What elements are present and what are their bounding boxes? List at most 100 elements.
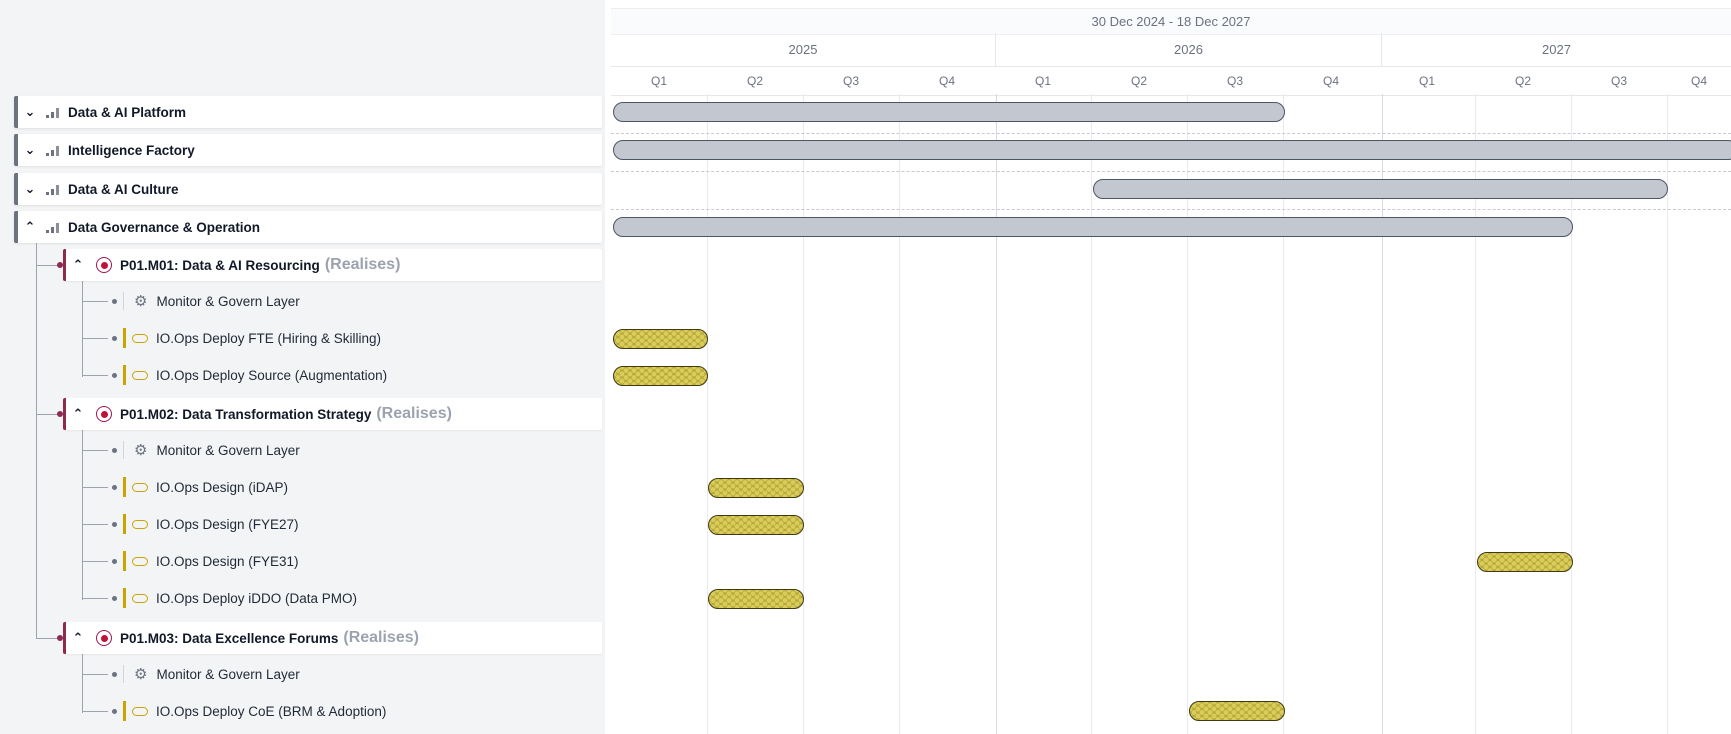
row-separator <box>611 133 1731 134</box>
milestone-label: P01.M02: Data Transformation Strategy <box>120 406 372 422</box>
chevron-up-icon[interactable]: ⌃ <box>18 219 42 235</box>
quarter-cell: Q4 <box>1690 74 1707 88</box>
milestone-row[interactable]: ⌃ P01.M02: Data Transformation Strategy … <box>63 398 602 430</box>
platform-bar[interactable] <box>613 140 1731 160</box>
gear-icon: ⚙ <box>134 293 148 310</box>
milestone-row[interactable]: ⌃ P01.M03: Data Excellence Forums (Reali… <box>63 622 602 654</box>
platform-label: Intelligence Factory <box>68 142 195 158</box>
quarter-cell: Q3 <box>842 74 859 88</box>
platform-label: Data & AI Culture <box>68 181 179 197</box>
date-range-label: 30 Dec 2024 - 18 Dec 2027 <box>611 8 1731 35</box>
ops-row[interactable]: IO.Ops Design (iDAP) <box>82 471 602 503</box>
quarter-cell: Q4 <box>1322 74 1339 88</box>
oval-icon <box>132 482 148 492</box>
platform-label: Data & AI Platform <box>68 104 187 120</box>
oval-icon <box>132 556 148 566</box>
grid-line <box>1091 94 1092 734</box>
gear-icon: ⚙ <box>134 442 148 459</box>
platform-bar[interactable] <box>613 102 1285 122</box>
layer-label: Monitor & Govern Layer <box>156 442 300 458</box>
gear-icon: ⚙ <box>134 666 148 683</box>
milestone-tag: (Realises) <box>324 256 401 273</box>
chevron-down-icon[interactable]: ⌄ <box>18 104 42 120</box>
quarter-cell: Q2 <box>746 74 763 88</box>
oval-icon <box>132 593 148 603</box>
quarter-cell: Q4 <box>938 74 955 88</box>
ops-label: IO.Ops Deploy Source (Augmentation) <box>156 367 388 383</box>
platform-row[interactable]: ⌄ Intelligence Factory <box>14 134 602 166</box>
target-icon <box>96 257 112 273</box>
layer-row[interactable]: ⚙ Monitor & Govern Layer <box>82 285 602 317</box>
quarter-cell: Q1 <box>1418 74 1435 88</box>
milestone-tag: (Realises) <box>343 629 419 646</box>
platform-row[interactable]: ⌄ Data & AI Platform <box>14 96 602 128</box>
chevron-up-icon[interactable]: ⌃ <box>66 630 90 646</box>
ops-bar[interactable] <box>613 366 708 386</box>
grid-line <box>996 94 997 734</box>
ops-row[interactable]: IO.Ops Deploy CoE (BRM & Adoption) <box>82 695 602 727</box>
ops-bar[interactable] <box>708 515 804 535</box>
chevron-down-icon[interactable]: ⌄ <box>18 181 42 197</box>
row-separator <box>611 209 1731 210</box>
quarter-cell: Q2 <box>1130 74 1147 88</box>
target-icon <box>96 406 112 422</box>
ops-label: IO.Ops Design (FYE31) <box>156 553 299 569</box>
oval-icon <box>132 370 148 380</box>
chevron-down-icon[interactable]: ⌄ <box>18 142 42 158</box>
ops-label: IO.Ops Deploy CoE (BRM & Adoption) <box>156 703 387 719</box>
ops-row[interactable]: IO.Ops Deploy FTE (Hiring & Skilling) <box>82 322 602 354</box>
year-cell: 2025 <box>611 33 996 66</box>
ops-bar[interactable] <box>1477 552 1573 572</box>
quarter-cell: Q2 <box>1514 74 1531 88</box>
year-header: 2025 2026 2027 <box>611 33 1731 66</box>
milestone-label: P01.M01: Data & AI Resourcing <box>120 257 320 273</box>
tree-connector <box>36 243 37 638</box>
ops-label: IO.Ops Deploy FTE (Hiring & Skilling) <box>156 330 382 346</box>
quarter-header: Q1 Q2 Q3 Q4 Q1 Q2 Q3 Q4 Q1 Q2 Q3 Q4 <box>611 66 1731 96</box>
ops-bar[interactable] <box>1189 701 1285 721</box>
bar-chart-icon <box>42 219 64 235</box>
target-icon <box>96 630 112 646</box>
ops-label: IO.Ops Design (iDAP) <box>156 479 289 495</box>
ops-row[interactable]: IO.Ops Design (FYE27) <box>82 508 602 540</box>
milestone-label: P01.M03: Data Excellence Forums <box>120 630 339 646</box>
chevron-up-icon[interactable]: ⌃ <box>66 406 90 422</box>
gantt-panel: 30 Dec 2024 - 18 Dec 2027 2025 2026 2027… <box>611 0 1731 734</box>
ops-row[interactable]: IO.Ops Design (FYE31) <box>82 545 602 577</box>
grid-line <box>899 94 900 734</box>
milestone-row[interactable]: ⌃ P01.M01: Data & AI Resourcing (Realise… <box>63 249 602 281</box>
quarter-cell: Q1 <box>1034 74 1051 88</box>
layer-label: Monitor & Govern Layer <box>156 293 300 309</box>
quarter-cell: Q3 <box>1226 74 1243 88</box>
ops-label: IO.Ops Deploy iDDO (Data PMO) <box>156 590 358 606</box>
oval-icon <box>132 706 148 716</box>
ops-row[interactable]: IO.Ops Deploy iDDO (Data PMO) <box>82 582 602 614</box>
layer-row[interactable]: ⚙ Monitor & Govern Layer <box>82 434 602 466</box>
bar-chart-icon <box>42 104 64 120</box>
grid-line <box>803 94 804 734</box>
platform-row[interactable]: ⌄ Data & AI Culture <box>14 173 602 205</box>
platform-row[interactable]: ⌃ Data Governance & Operation <box>14 211 602 243</box>
ops-row[interactable]: IO.Ops Deploy Source (Augmentation) <box>82 359 602 391</box>
quarter-cell: Q3 <box>1610 74 1627 88</box>
row-separator <box>611 171 1731 172</box>
ops-bar[interactable] <box>708 478 804 498</box>
tree-panel: ⌄ Data & AI Platform ⌄ Intelligence Fact… <box>0 0 605 734</box>
platform-bar[interactable] <box>613 217 1573 237</box>
year-cell: 2026 <box>996 33 1382 66</box>
ops-bar[interactable] <box>613 329 708 349</box>
grid-line <box>707 94 708 734</box>
ops-label: IO.Ops Design (FYE27) <box>156 516 299 532</box>
layer-row[interactable]: ⚙ Monitor & Govern Layer <box>82 658 602 690</box>
oval-icon <box>132 333 148 343</box>
chevron-up-icon[interactable]: ⌃ <box>66 257 90 273</box>
platform-bar[interactable] <box>1093 179 1668 199</box>
bar-chart-icon <box>42 142 64 158</box>
oval-icon <box>132 519 148 529</box>
layer-label: Monitor & Govern Layer <box>156 666 300 682</box>
ops-bar[interactable] <box>708 589 804 609</box>
milestone-tag: (Realises) <box>376 405 452 422</box>
quarter-cell: Q1 <box>650 74 667 88</box>
year-cell: 2027 <box>1542 42 1571 57</box>
bar-chart-icon <box>42 181 64 197</box>
